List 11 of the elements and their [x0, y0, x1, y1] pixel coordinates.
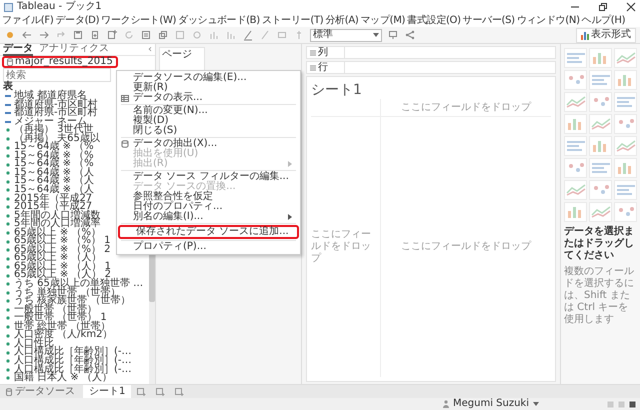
shelf-label: 行 — [318, 62, 328, 72]
window-title: Tableau - ブック1 — [17, 2, 102, 12]
drop-zone-label: ここにフィールドをドロップ — [401, 102, 531, 114]
drop-zone-label: ここにフィールドをドロップ — [311, 229, 372, 265]
section-heading: 表 — [2, 82, 13, 92]
hint-text: 複数のフィールドを選択するには、Shift または Ctrl キーを使用します — [564, 266, 635, 326]
sheet-title: シート1 — [311, 81, 362, 99]
hint-title: データを選択またはドラッグしてください — [564, 226, 635, 262]
pages-label: ページ — [162, 49, 192, 60]
drop-zone-label: ここにフィールドをドロップ — [401, 241, 531, 253]
shelf-label: 列 — [318, 48, 328, 58]
